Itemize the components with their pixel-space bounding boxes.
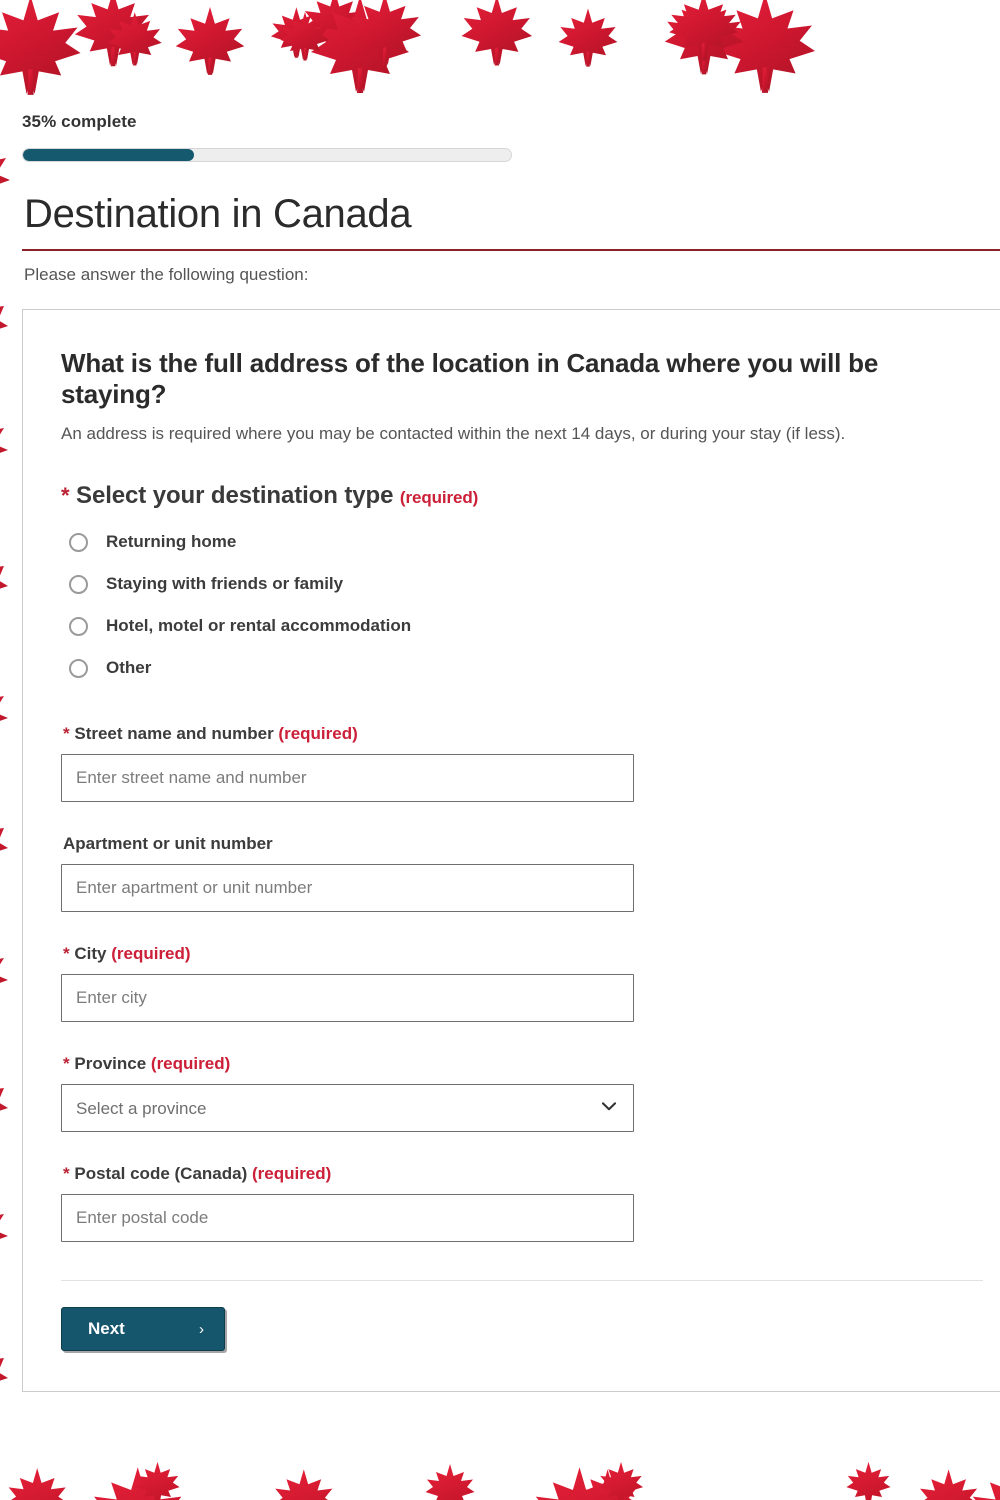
maple-leaf-pattern-bottom (6, 1461, 1000, 1500)
field-street: * Street name and number (required) (61, 724, 981, 803)
city-input[interactable] (61, 974, 634, 1023)
maple-leaf-pattern-top (0, 0, 815, 95)
required-tag: (required) (251, 1164, 332, 1184)
radio-option-label: Other (106, 658, 152, 678)
radio-option-hotel-motel-or-rental[interactable]: Hotel, motel or rental accommodation (69, 616, 981, 636)
radio-circle-icon[interactable] (69, 616, 88, 636)
field-province: * Province (required) Select a province (61, 1054, 981, 1133)
required-asterisk: * (63, 1054, 70, 1074)
province-label-text: Province (74, 1054, 147, 1074)
required-tag: (required) (150, 1054, 231, 1074)
progress-bar (22, 148, 512, 162)
card-divider (61, 1280, 983, 1282)
field-apartment: Apartment or unit number (61, 834, 981, 913)
apartment-input[interactable] (61, 864, 634, 913)
postal-code-input[interactable] (61, 1194, 634, 1243)
next-button-label: Next (88, 1319, 125, 1339)
street-input[interactable] (61, 754, 634, 803)
maple-leaf-border-bottom (0, 1452, 1000, 1500)
page-root: 35% complete Destination in Canada Pleas… (0, 0, 1000, 1500)
radio-option-label: Returning home (106, 532, 237, 552)
apartment-label-text: Apartment or unit number (63, 834, 273, 854)
radio-circle-icon[interactable] (69, 532, 88, 552)
title-divider (22, 249, 1000, 251)
required-asterisk: * (61, 483, 70, 509)
main-content: 35% complete Destination in Canada Pleas… (22, 112, 1000, 1393)
progress-bar-fill (23, 149, 194, 161)
street-label-text: Street name and number (74, 724, 274, 744)
radio-option-other[interactable]: Other (69, 658, 981, 678)
question-hint: An address is required where you may be … (61, 424, 846, 444)
destination-type-options: Returning home Staying with friends or f… (69, 532, 981, 678)
maple-leaf-border-top (0, 0, 1000, 110)
required-asterisk: * (63, 724, 70, 744)
next-button[interactable]: Next › (61, 1307, 225, 1352)
lead-instruction: Please answer the following question: (24, 265, 309, 284)
required-tag: (required) (399, 488, 479, 508)
province-select[interactable]: Select a province (61, 1084, 634, 1133)
postal-code-label-text: Postal code (Canada) (74, 1164, 248, 1184)
progress-label: 35% complete (22, 112, 137, 131)
apartment-label: Apartment or unit number (63, 834, 981, 854)
destination-type-legend: * Select your destination type (required… (61, 482, 981, 510)
field-city: * City (required) (61, 944, 981, 1023)
city-label: * City (required) (63, 944, 981, 964)
province-select-wrapper: Select a province (61, 1084, 634, 1133)
radio-circle-icon[interactable] (69, 574, 88, 594)
street-label: * Street name and number (required) (63, 724, 981, 744)
city-label-text: City (74, 944, 107, 964)
destination-type-legend-text: Select your destination type (76, 482, 394, 510)
card-footer: Next › (61, 1307, 981, 1352)
page-title: Destination in Canada (24, 192, 412, 236)
radio-option-label: Hotel, motel or rental accommodation (106, 616, 412, 636)
question-heading: What is the full address of the location… (61, 348, 879, 410)
province-label: * Province (required) (63, 1054, 981, 1074)
radio-circle-icon[interactable] (69, 658, 88, 678)
radio-option-label: Staying with friends or family (106, 574, 344, 594)
required-asterisk: * (63, 1164, 70, 1184)
radio-option-staying-with-friends-or-family[interactable]: Staying with friends or family (69, 574, 981, 594)
field-postal-code: * Postal code (Canada) (required) (61, 1164, 981, 1243)
chevron-right-icon: › (199, 1320, 204, 1338)
required-asterisk: * (63, 944, 70, 964)
required-tag: (required) (278, 724, 358, 744)
postal-code-label: * Postal code (Canada) (required) (63, 1164, 981, 1184)
question-card: What is the full address of the location… (22, 309, 1000, 1393)
required-tag: (required) (111, 944, 191, 964)
radio-option-returning-home[interactable]: Returning home (69, 532, 981, 552)
